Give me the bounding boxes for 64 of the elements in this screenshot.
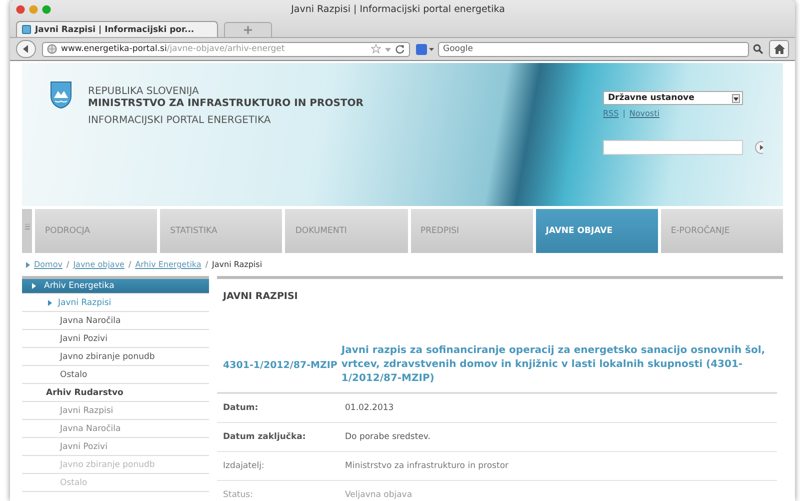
- favicon-icon: [22, 25, 31, 34]
- breadcrumb-link[interactable]: Arhiv Energetika: [135, 260, 202, 269]
- field-value: Ministrstvo za infrastrukturo in prostor: [345, 461, 509, 471]
- breadcrumb-current: Javni Razpisi: [212, 260, 262, 269]
- sidebar-item[interactable]: Javni Pozivi: [22, 330, 209, 348]
- sidebar-item[interactable]: Javni Razpisi: [22, 294, 209, 312]
- nav-tab[interactable]: STATISTIKA: [160, 209, 282, 253]
- breadcrumb-separator: /: [66, 260, 70, 269]
- search-icon[interactable]: [753, 44, 763, 54]
- sidebar-item[interactable]: Javni Razpisi: [22, 402, 209, 420]
- sidebar-item[interactable]: Javna Naročila: [22, 420, 209, 438]
- field-value: 01.02.2013: [345, 403, 394, 413]
- breadcrumb-link[interactable]: Domov: [34, 260, 62, 269]
- sidebar-item[interactable]: Javno zbiranje ponudb: [22, 348, 209, 366]
- sidebar-group[interactable]: Arhiv Rudarstvo: [22, 384, 209, 402]
- header-text: REPUBLIKA SLOVENIJA: [88, 86, 200, 97]
- sidebar-item[interactable]: Javni Pozivi: [22, 438, 209, 456]
- header-text: INFORMACIJSKI PORTAL ENERGETIKA: [88, 115, 272, 126]
- nav-tab[interactable]: DOKUMENTI: [285, 209, 408, 253]
- back-button[interactable]: [16, 40, 36, 58]
- browser-tab[interactable]: Javni Razpisi | Informacijski por...: [16, 21, 218, 37]
- menu-icon[interactable]: [24, 224, 30, 230]
- globe-icon: [47, 44, 57, 54]
- page-heading: JAVNI RAZPISI: [223, 291, 299, 302]
- sidebar-item[interactable]: Ostalo: [22, 366, 209, 384]
- window-title: Javni Razpisi | Informacijski portal energetika: [290, 4, 506, 15]
- arrow-icon: [32, 283, 36, 289]
- tender-code-link[interactable]: 4301-1/2012/87-MZIP: [223, 360, 338, 370]
- arrow-icon: [26, 262, 30, 268]
- header-link[interactable]: Novosti: [629, 109, 660, 118]
- google-icon: [416, 44, 434, 54]
- breadcrumb-link[interactable]: Javne objave: [73, 260, 124, 269]
- breadcrumb-separator: /: [205, 260, 208, 269]
- sidebar-item[interactable]: Javno zbiranje ponudb: [22, 456, 209, 474]
- nav-tab[interactable]: PREDPISI: [410, 209, 533, 253]
- institutions-dropdown[interactable]: Državne ustanove: [603, 91, 743, 105]
- sidebar-item[interactable]: Ostalo: [22, 474, 209, 492]
- nav-tab[interactable]: PODROCJA: [35, 209, 158, 253]
- breadcrumb-separator: /: [128, 260, 132, 269]
- house-icon: [774, 44, 784, 54]
- field-label: Datum:: [223, 403, 260, 413]
- site-search-field[interactable]: [603, 140, 743, 155]
- nav-tab[interactable]: E-POROČANJE: [660, 209, 784, 253]
- sidebar-item[interactable]: Javna Naročila: [22, 312, 209, 330]
- search-field[interactable]: Google: [438, 42, 749, 56]
- coat-of-arms-icon: [50, 81, 72, 109]
- link-separator: |: [622, 109, 626, 118]
- nav-tab[interactable]: JAVNE OBJAVE: [536, 209, 658, 253]
- field-label: Datum zaključka:: [223, 432, 307, 442]
- reload-icon[interactable]: [395, 44, 405, 54]
- header-link[interactable]: RSS: [603, 109, 619, 118]
- sidebar-group[interactable]: Arhiv Energetika: [22, 279, 209, 294]
- home-button[interactable]: [769, 40, 789, 58]
- header-text: MINISTRSTVO ZA INFRASTRUKTURO IN PROSTOR: [88, 98, 364, 109]
- address-field[interactable]: www.energetika-portal.si/javne-objave/arhiv-energet: [42, 42, 410, 56]
- tender-title-link[interactable]: Javni razpis za sofinanciranje operacij za energetsko sanacijo osnovnih šol, vrtcev, zdravstvenih domov in knjižnic v lasti lokalnih skupnosti (4301-1/2012/87-MZIP): [341, 344, 777, 386]
- new-tab-icon[interactable]: [224, 22, 272, 37]
- field-value: Do porabe sredstev.: [345, 432, 430, 442]
- field-label: Izdajatelj:: [223, 461, 266, 471]
- arrow-icon: [48, 300, 52, 306]
- field-label: Status:: [223, 490, 254, 500]
- star-icon[interactable]: [371, 44, 381, 54]
- back-arrow-icon: [22, 45, 30, 53]
- go-button-icon[interactable]: [755, 141, 763, 154]
